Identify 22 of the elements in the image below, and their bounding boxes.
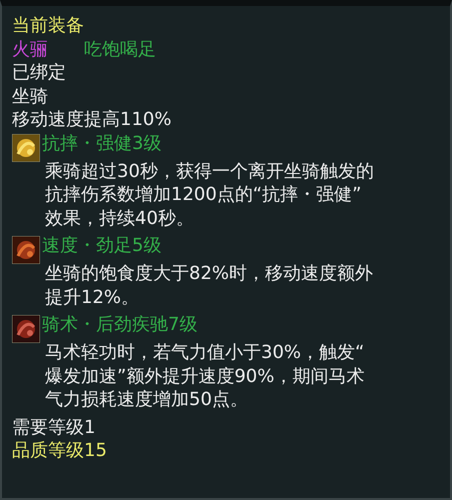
skill-description: 马术轻功时，若气力值小于30%，触发“ [45, 341, 364, 364]
skill-description: 气力损耗速度增加50点。 [45, 388, 248, 412]
level-requirement: 需要等级1 [12, 416, 96, 439]
item-name: 火骊 [12, 38, 48, 61]
skill-icon [12, 236, 40, 264]
skill-description: 提升12%。 [45, 286, 140, 309]
skill-title: 抗摔・强健3级 [42, 132, 162, 155]
skill-icon [12, 134, 40, 162]
item-stat: 移动速度提高110% [12, 108, 172, 132]
skill-description: 乘骑超过30秒，获得一个离开坐骑触发的 [45, 160, 374, 183]
skill-description: 爆发加速”额外提升速度90%，期间马术 [45, 364, 364, 388]
skill-description: 抗摔伤系数增加1200点的“抗摔・强健” [45, 183, 362, 206]
bound-status: 已绑定 [12, 61, 66, 84]
skill-title: 速度・劲足5级 [42, 234, 162, 258]
item-trait: 吃饱喝足 [84, 38, 156, 61]
skill-description: 效果，持续40秒。 [45, 206, 194, 230]
tooltip-header: 当前装备 [12, 14, 84, 38]
item-type: 坐骑 [12, 84, 48, 108]
quality-level: 品质等级15 [12, 439, 107, 462]
skill-description: 坐骑的饱食度大于82%时，移动速度额外 [45, 262, 374, 286]
skill-title: 骑术・后劲疾驰7级 [42, 313, 198, 336]
skill-icon [12, 315, 40, 343]
